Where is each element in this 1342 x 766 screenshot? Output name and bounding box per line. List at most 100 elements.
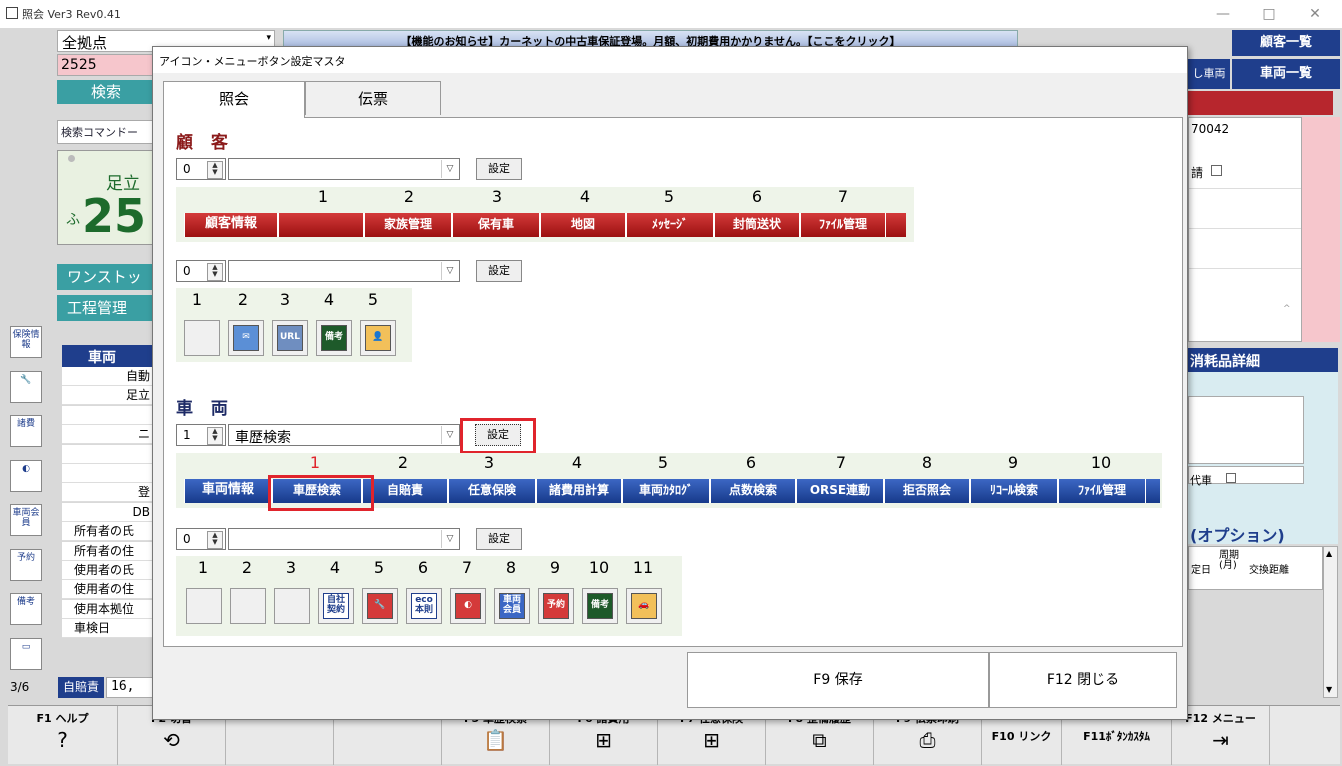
- slot-icon: eco 本則: [411, 593, 437, 619]
- fkey-button[interactable]: F1 ヘルプ?: [8, 706, 118, 765]
- menu-button[interactable]: 地図: [540, 213, 626, 237]
- mail-icon: ✉: [233, 325, 259, 351]
- fkey-label: F11ﾎﾞﾀﾝｶｽﾀﾑ: [1083, 730, 1150, 743]
- maximize-button[interactable]: □: [1246, 0, 1292, 28]
- spinner-arrows-icon[interactable]: ▲ ▼: [207, 263, 223, 281]
- icon-slot[interactable]: [184, 320, 220, 356]
- slot-number: 1: [197, 558, 209, 577]
- vehicle-header: 車両: [62, 345, 154, 367]
- slot-number: 5: [657, 453, 669, 472]
- option-scrollbar[interactable]: ▲ ▼: [1323, 546, 1338, 698]
- customer-menu-set-button[interactable]: 設定: [476, 158, 522, 180]
- vehicle-row-label: 使用本拠位: [62, 599, 154, 619]
- vehicle-row-label: 所有者の氏: [62, 522, 154, 542]
- customer-icon-combo[interactable]: ▽: [228, 260, 460, 282]
- menu-button[interactable]: ﾌｧｲﾙ管理: [800, 213, 886, 237]
- icon-slot[interactable]: [274, 588, 310, 624]
- icon-slot[interactable]: 備考: [316, 320, 352, 356]
- folder-icon[interactable]: ▭: [10, 637, 42, 670]
- menu-button[interactable]: ﾒｯｾｰｼﾞ: [626, 213, 714, 237]
- menu-button[interactable]: 拒否照会: [884, 479, 970, 503]
- menu-button[interactable]: ORSE連動: [796, 479, 884, 503]
- right-apply-checkbox[interactable]: [1211, 165, 1222, 176]
- slot-number: 3: [483, 453, 495, 472]
- consumables-field[interactable]: [1188, 396, 1304, 464]
- icon-slot[interactable]: 🚗: [626, 588, 662, 624]
- jibai-label: 自賠責: [58, 677, 104, 698]
- menu-button[interactable]: 車両ｶﾀﾛｸﾞ: [622, 479, 710, 503]
- icon-slot[interactable]: eco 本則: [406, 588, 442, 624]
- slot-number: 9: [549, 558, 561, 577]
- close-window-button[interactable]: ✕: [1292, 0, 1338, 28]
- wrench-icon[interactable]: 🔧: [10, 370, 42, 403]
- customer-list-button[interactable]: 顧客一覧: [1232, 30, 1340, 56]
- customer-icon-set-button[interactable]: 設定: [476, 260, 522, 282]
- vehicle-row-label: 使用者の氏: [62, 561, 154, 580]
- vehicle-menu-spinner[interactable]: 1 ▲ ▼: [176, 424, 226, 446]
- icon-slot[interactable]: URL: [272, 320, 308, 356]
- slot-number: 7: [837, 187, 849, 206]
- customer-icon-spinner[interactable]: 0 ▲ ▼: [176, 260, 226, 282]
- search-button[interactable]: 検索: [57, 80, 155, 104]
- icon-slot[interactable]: ✉: [228, 320, 264, 356]
- menu-button[interactable]: ﾘｺｰﾙ検索: [970, 479, 1058, 503]
- menu-button[interactable]: 家族管理: [364, 213, 452, 237]
- spinner-arrows-icon[interactable]: ▲ ▼: [207, 531, 223, 549]
- slot-number: 8: [505, 558, 517, 577]
- icon-slot[interactable]: [230, 588, 266, 624]
- vehicle-icon-spinner[interactable]: 0 ▲ ▼: [176, 528, 226, 550]
- menu-button[interactable]: ﾌｧｲﾙ管理: [1058, 479, 1146, 503]
- vehicle-menu-set-button[interactable]: 設定: [475, 424, 521, 446]
- vehicle-icon-combo[interactable]: ▽: [228, 528, 460, 550]
- slot-number: 6: [751, 187, 763, 206]
- icon-slot[interactable]: 👤: [360, 320, 396, 356]
- icon-slot[interactable]: [186, 588, 222, 624]
- slot-number: 2: [241, 558, 253, 577]
- customer-menu-spinner[interactable]: 0 ▲ ▼: [176, 158, 226, 180]
- fkey-icon: 📋: [483, 728, 508, 752]
- customer-menu-combo[interactable]: ▽: [228, 158, 460, 180]
- vehicle-row-label: [62, 444, 154, 464]
- scroll-up-icon[interactable]: ▲: [1326, 549, 1332, 558]
- memo-icon[interactable]: 備考: [10, 593, 42, 625]
- icon-slot[interactable]: ◐: [450, 588, 486, 624]
- slot-icon: 備考: [587, 593, 613, 619]
- menu-button[interactable]: 任意保険: [448, 479, 536, 503]
- process-button[interactable]: 工程管理: [57, 295, 155, 321]
- menu-button[interactable]: [278, 213, 364, 237]
- reservation-icon[interactable]: 予約: [10, 548, 42, 581]
- vehicle-list-button[interactable]: 車両一覧: [1232, 59, 1340, 89]
- spinner-arrows-icon[interactable]: ▲ ▼: [207, 427, 223, 445]
- nashi-vehicle-button[interactable]: し車両: [1188, 59, 1230, 89]
- menu-button[interactable]: 点数検索: [710, 479, 796, 503]
- scroll-up-icon[interactable]: ^: [1283, 304, 1291, 314]
- spinner-arrows-icon[interactable]: ▲ ▼: [207, 161, 223, 179]
- menu-button[interactable]: 保有車: [452, 213, 540, 237]
- spinner-value: 0: [183, 264, 191, 278]
- menu-button[interactable]: 封筒送状: [714, 213, 800, 237]
- vehicle-icon-set-button[interactable]: 設定: [476, 528, 522, 550]
- dialog-close-button[interactable]: F12 閉じる: [989, 652, 1177, 708]
- scroll-down-icon[interactable]: ▼: [1326, 685, 1332, 694]
- insurance-info-icon[interactable]: 保険情報: [10, 326, 42, 358]
- daisha-checkbox[interactable]: [1226, 473, 1236, 483]
- icon-slot[interactable]: 備考: [582, 588, 618, 624]
- vehicle-member-icon[interactable]: 車両会員: [10, 504, 42, 536]
- icon-slot[interactable]: 予約: [538, 588, 574, 624]
- menu-button[interactable]: 自賠責: [362, 479, 448, 503]
- customer-no-field[interactable]: 2525: [57, 54, 155, 76]
- onestop-button[interactable]: ワンストッ: [57, 264, 155, 290]
- gauge-icon[interactable]: ◐: [10, 459, 42, 492]
- search-command-field[interactable]: 検索コマンドー: [57, 120, 155, 144]
- vehicle-menu-combo[interactable]: 車歴検索 ▽: [228, 424, 460, 446]
- shohi-icon[interactable]: 諸費: [10, 415, 42, 447]
- tab-shokai[interactable]: 照会: [163, 81, 305, 118]
- menu-header: 車両情報: [184, 479, 272, 503]
- icon-slot[interactable]: 🔧: [362, 588, 398, 624]
- tab-denpyo[interactable]: 伝票: [305, 81, 441, 115]
- icon-slot[interactable]: 車両 会員: [494, 588, 530, 624]
- icon-slot[interactable]: 自社 契約: [318, 588, 354, 624]
- minimize-button[interactable]: —: [1200, 0, 1246, 28]
- save-button[interactable]: F9 保存: [687, 652, 989, 708]
- menu-button[interactable]: 諸費用計算: [536, 479, 622, 503]
